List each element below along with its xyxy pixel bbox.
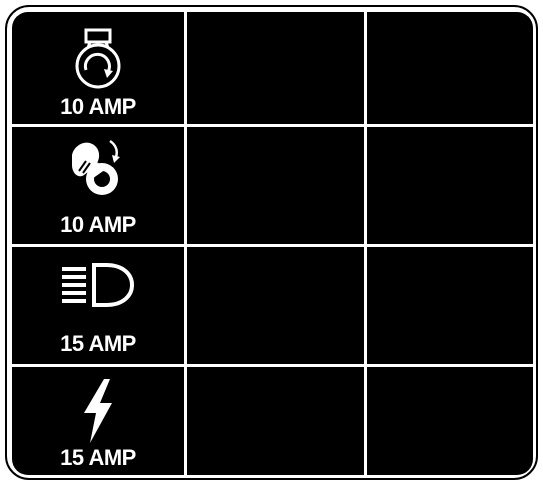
fuse-slot — [367, 127, 533, 244]
lightning-bolt-icon — [84, 379, 112, 443]
fuse-label-cell: 10 AMP — [12, 12, 184, 124]
fuse-label-cell: 15 AMP — [12, 247, 184, 364]
fuse-label-cell: 15 AMP — [12, 367, 184, 475]
fuse-row-ignition: 10 AMP — [12, 127, 533, 244]
fuse-slot — [367, 367, 533, 475]
headlight-icon — [62, 263, 135, 307]
fuse-row-power: 15 AMP — [12, 367, 533, 475]
fuse-amp-label: 10 AMP — [60, 212, 136, 237]
fuse-amp-label: 15 AMP — [60, 331, 136, 356]
ignition-key-icon — [72, 139, 120, 195]
fuse-amp-label: 10 AMP — [60, 94, 136, 119]
fuse-slot — [187, 247, 364, 364]
fuse-row-engine: 10 AMP — [12, 12, 533, 124]
engine-ignition-icon — [75, 28, 121, 89]
fuse-slot — [187, 12, 364, 124]
fuse-row-headlight: 15 AMP — [12, 247, 533, 364]
fuse-slot — [187, 127, 364, 244]
fuse-amp-label: 15 AMP — [60, 445, 136, 470]
fuse-panel: 10 AMP 10 AMP 15 AMP 15 AMP — [12, 12, 533, 475]
fuse-slot — [367, 247, 533, 364]
fuse-slot — [367, 12, 533, 124]
fuse-label-cell: 10 AMP — [12, 127, 184, 244]
fuse-slot — [187, 367, 364, 475]
